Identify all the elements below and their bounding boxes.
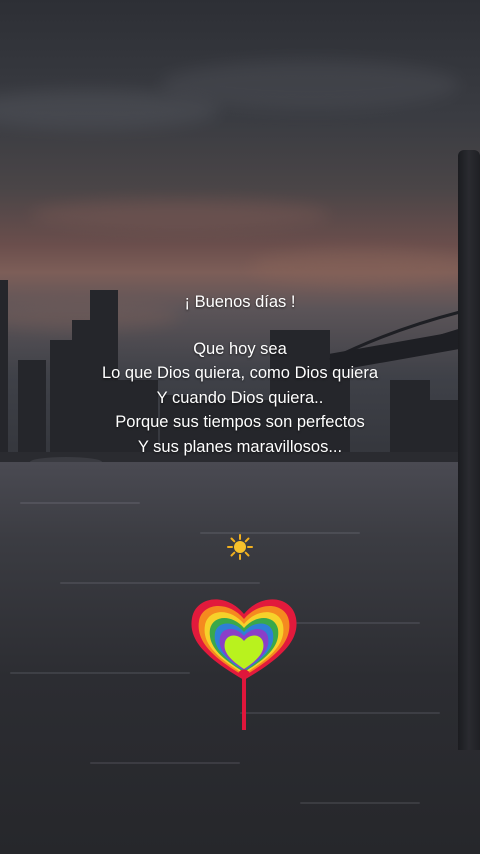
- message-line: Porque sus tiempos son perfectos: [115, 413, 365, 431]
- sun-icon: [227, 534, 253, 560]
- rainbow-heart-lollipop-icon: [191, 599, 297, 730]
- message-line: Lo que Dios quiera, como Dios quiera: [101, 364, 379, 382]
- greeting-message: ¡ Buenos días ! Que hoy sea Lo que Dios …: [0, 290, 480, 459]
- message-line: Y cuando Dios quiera..: [156, 388, 324, 407]
- message-line: Y sus planes maravillosos...: [137, 437, 343, 456]
- background-photo: ¡ Buenos días ! Que hoy sea Lo que Dios …: [0, 0, 480, 854]
- greeting-title: ¡ Buenos días !: [184, 293, 296, 311]
- message-line: Que hoy sea: [193, 339, 287, 358]
